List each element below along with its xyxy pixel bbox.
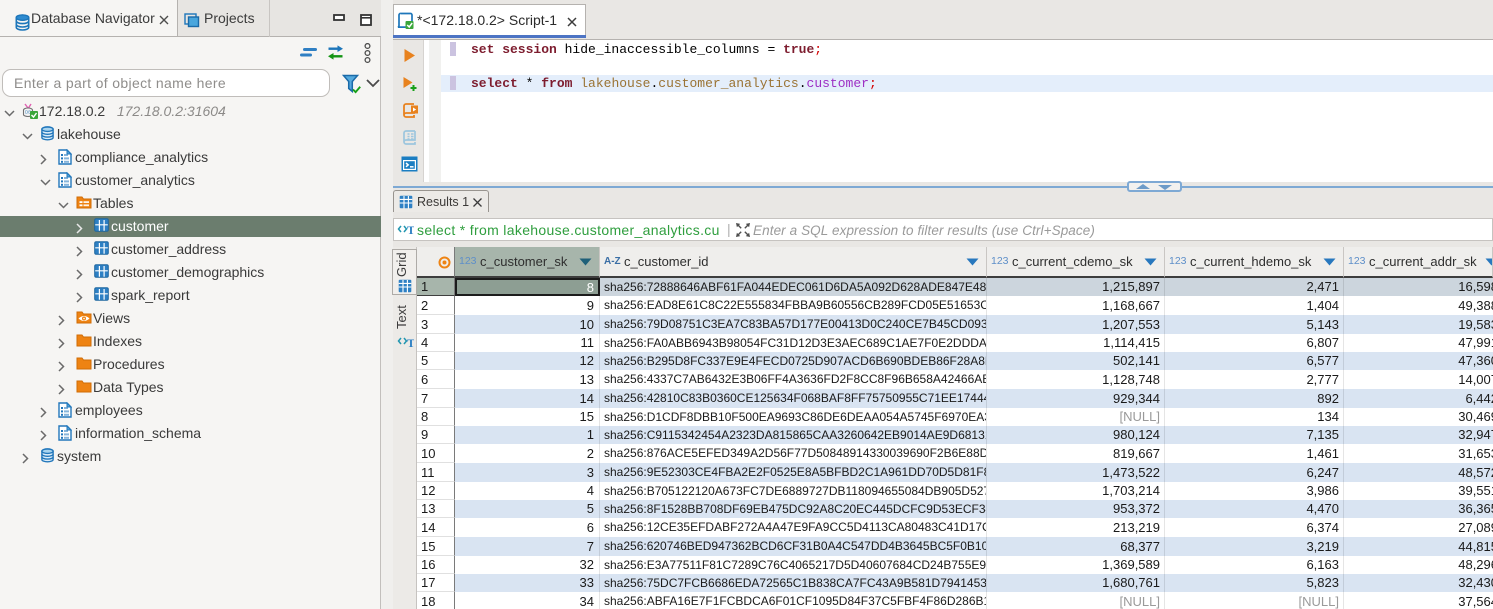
svg-text:T: T	[407, 336, 414, 349]
svg-text:T: T	[407, 223, 414, 236]
